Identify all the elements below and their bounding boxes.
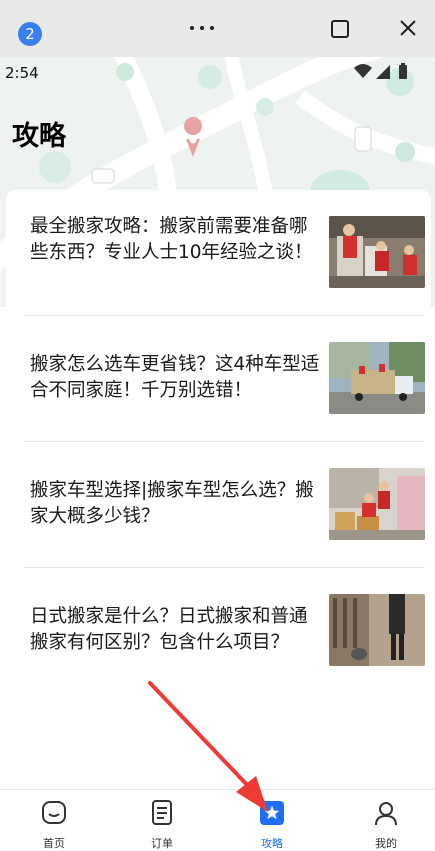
- star-icon: [260, 801, 284, 825]
- home-icon: [42, 801, 66, 824]
- close-icon[interactable]: [396, 16, 420, 40]
- tab-profile[interactable]: 我的: [332, 790, 435, 850]
- article-item[interactable]: 最全搬家攻略：搬家前需要准备哪些东西？专业人士10年经验之谈！: [24, 190, 425, 316]
- article-item[interactable]: 搬家车型选择|搬家车型怎么选？搬家大概多少钱？: [24, 442, 425, 568]
- window-titlebar: 2: [0, 0, 435, 57]
- order-icon: [152, 800, 172, 825]
- article-thumbnail: [329, 468, 425, 540]
- status-icons: [354, 63, 407, 79]
- article-item[interactable]: 搬家怎么选车更省钱？这4种车型适合不同家庭！千万别选错！: [24, 316, 425, 442]
- notification-badge: 2: [18, 22, 42, 46]
- tab-home[interactable]: 首页: [0, 790, 108, 850]
- tab-orders[interactable]: 订单: [108, 790, 216, 850]
- user-icon: [375, 802, 397, 826]
- tab-label: 首页: [43, 837, 65, 850]
- article-title: 搬家怎么选车更省钱？这4种车型适合不同家庭！千万别选错！: [30, 354, 320, 401]
- article-title: 日式搬家是什么？日式搬家和普通搬家有何区别？包含什么项目？: [30, 606, 308, 653]
- maximize-icon[interactable]: [331, 20, 349, 38]
- article-list: 最全搬家攻略：搬家前需要准备哪些东西？专业人士10年经验之谈！ 搬家怎么选车更省…: [6, 190, 431, 790]
- battery-icon: [399, 65, 407, 79]
- bottom-tab-bar: 首页 订单 攻略 我的: [0, 789, 435, 850]
- tab-label: 我的: [375, 837, 397, 850]
- article-thumbnail: [329, 342, 425, 414]
- tab-guides[interactable]: 攻略: [218, 790, 326, 850]
- article-title: 搬家车型选择|搬家车型怎么选？搬家大概多少钱？: [30, 480, 314, 527]
- status-time: 2:54: [5, 64, 39, 82]
- wifi-icon: [354, 64, 372, 78]
- page-title: 攻略: [12, 121, 66, 152]
- tab-label: 订单: [151, 837, 173, 850]
- article-thumbnail: [329, 594, 425, 666]
- article-thumbnail: [329, 216, 425, 288]
- signal-icon: [376, 65, 390, 79]
- article-title: 最全搬家攻略：搬家前需要准备哪些东西？专业人士10年经验之谈！: [30, 216, 313, 263]
- more-options-icon[interactable]: [186, 14, 218, 42]
- article-item[interactable]: 日式搬家是什么？日式搬家和普通搬家有何区别？包含什么项目？: [24, 568, 425, 694]
- tab-label: 攻略: [261, 837, 283, 850]
